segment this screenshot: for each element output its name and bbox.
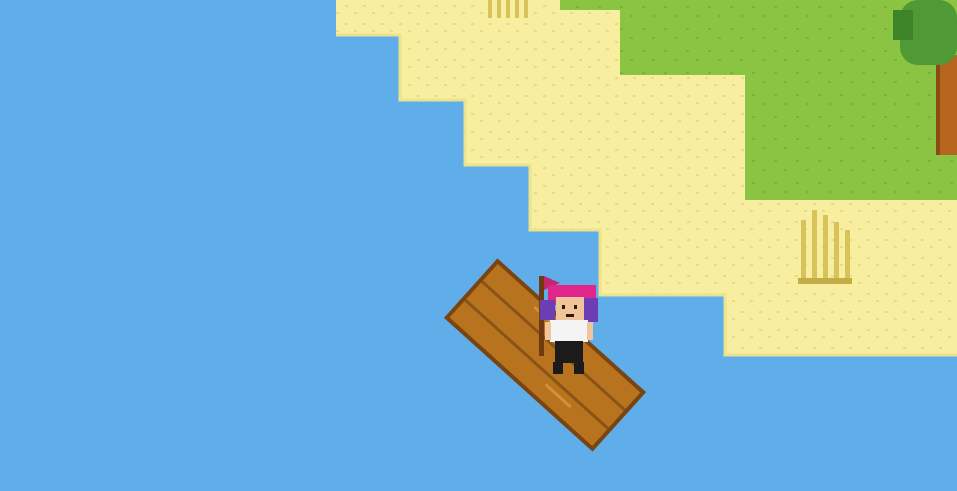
game-map — [0, 0, 957, 491]
game-viewport[interactable] — [0, 0, 957, 491]
